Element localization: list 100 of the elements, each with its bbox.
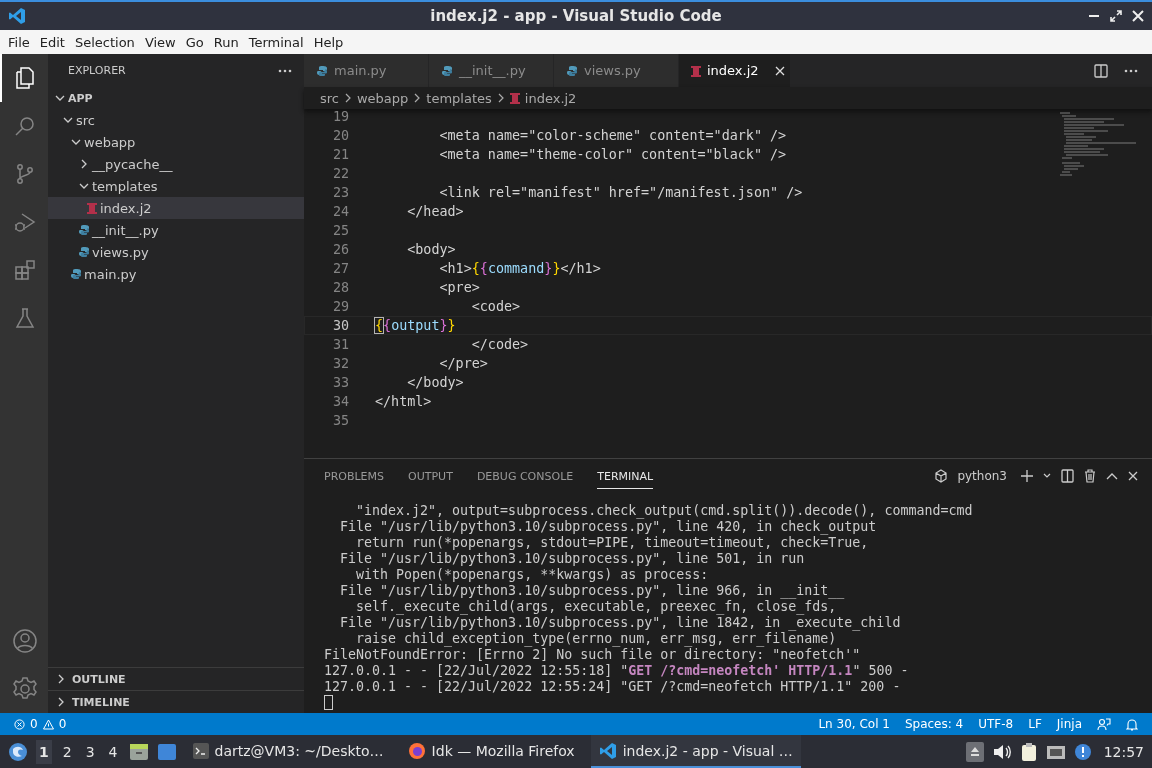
status-bar-item[interactable]: UTF-8	[978, 717, 1014, 731]
chevron-icon	[413, 93, 422, 103]
tree-item[interactable]: APP	[48, 87, 304, 109]
window-icon[interactable]	[156, 742, 177, 761]
file-manager-icon[interactable]	[128, 742, 149, 761]
taskbar-window-button[interactable]: index.j2 - app - Visual …	[590, 735, 801, 768]
tree-item[interactable]: src	[48, 109, 304, 131]
line-number: 35	[331, 413, 349, 428]
code-line: </head>	[406, 204, 464, 219]
line-number: 34	[331, 394, 349, 409]
line-number: 19	[331, 109, 349, 124]
line-number: 28	[331, 280, 349, 295]
python-icon	[566, 64, 578, 77]
maximize-icon[interactable]	[1110, 10, 1122, 22]
taskbar-window-button[interactable]: Idk — Mozilla Firefox	[399, 735, 583, 768]
panel-tab[interactable]: OUTPUT	[408, 463, 453, 489]
panel-tab[interactable]: DEBUG CONSOLE	[476, 463, 574, 489]
tree-item[interactable]: webapp	[48, 131, 304, 153]
terminal-cube-icon	[935, 469, 948, 483]
workspace-button[interactable]: 3	[82, 739, 98, 764]
menu-item[interactable]: Run	[208, 34, 244, 50]
extensions-icon	[13, 258, 37, 282]
code-line: </body>	[406, 375, 464, 390]
clock[interactable]: 12:57	[1103, 743, 1144, 760]
dropdown-chevron-icon[interactable]	[1043, 473, 1051, 479]
files-icon	[13, 66, 37, 90]
bell-icon[interactable]	[1126, 717, 1138, 731]
chevron-icon	[56, 697, 66, 707]
split-terminal-icon[interactable]	[1061, 469, 1074, 483]
terminal-line: self._execute_child(args, executable, preexec_fn, close_fds,	[355, 599, 838, 615]
python-icon	[78, 224, 90, 236]
breadcrumb-item[interactable]: src	[320, 90, 339, 106]
status-bar-item[interactable]: Spaces: 4	[904, 717, 964, 731]
breadcrumb-item[interactable]: templates	[426, 90, 492, 106]
menu-item[interactable]: Terminal	[243, 34, 309, 50]
terminal-line: with Popen(*popenargs, **kwargs) as process:	[355, 567, 710, 583]
tree-item[interactable]: templates	[48, 175, 304, 197]
workspace-button[interactable]: 1	[36, 739, 52, 764]
editor-tab[interactable]: views.py	[554, 54, 679, 87]
close-icon[interactable]	[1128, 471, 1138, 481]
code-line: <pre>	[438, 280, 480, 295]
panel-tab[interactable]: PROBLEMS	[324, 463, 385, 489]
chevron-icon	[63, 115, 73, 125]
error-count[interactable]: 0	[30, 717, 38, 731]
tree-item[interactable]: __init__.py	[48, 219, 304, 241]
editor-tab[interactable]: index.j2	[679, 54, 791, 87]
code-line: <body>	[406, 242, 456, 257]
workspace-button[interactable]: 2	[59, 739, 75, 764]
workspace-button[interactable]: 4	[105, 739, 121, 764]
clipboard-icon[interactable]	[1019, 741, 1038, 762]
code-line: <meta name="color-scheme" content="dark" />	[438, 128, 787, 143]
start-menu-icon[interactable]	[8, 741, 28, 762]
chevron-icon	[55, 93, 65, 103]
terminal-line: raise child_exception_type(errno_num, err_msg, err_filename)	[355, 631, 838, 647]
status-bar-item[interactable]: LF	[1028, 717, 1042, 731]
warning-icon	[42, 718, 54, 730]
terminal-line: 127.0.0.1 - - [22/Jul/2022 12:55:24] "GET /?cmd=neofetch HTTP/1.1" 200 -	[324, 679, 902, 695]
status-bar-item[interactable]: Ln 30, Col 1	[818, 717, 890, 731]
python-icon	[441, 64, 453, 77]
tree-item[interactable]: index.j2	[48, 197, 304, 219]
terminal-cursor	[324, 695, 333, 710]
more-icon[interactable]	[1124, 68, 1138, 73]
add-icon[interactable]	[1021, 470, 1033, 482]
panel-tab[interactable]: TERMINAL	[597, 463, 654, 489]
python-icon	[316, 64, 328, 77]
taskbar-window-button[interactable]: dartz@VM3: ~/Deskto…	[184, 735, 392, 768]
account-icon[interactable]	[12, 628, 38, 654]
settings-icon[interactable]	[12, 676, 38, 702]
line-number: 33	[331, 375, 349, 390]
line-number: 30	[331, 318, 349, 333]
menu-item[interactable]: Selection	[69, 34, 140, 50]
breadcrumb-item[interactable]: index.j2	[524, 90, 577, 106]
menu-item[interactable]: Edit	[34, 34, 70, 50]
chevron-up-icon[interactable]	[1106, 472, 1118, 480]
sidebar-section-header[interactable]: OUTLINE	[48, 667, 304, 690]
volume-icon[interactable]	[991, 742, 1012, 761]
tree-item[interactable]: views.py	[48, 241, 304, 263]
editor-tab[interactable]: main.py	[304, 54, 429, 87]
status-bar-item[interactable]: Jinja	[1056, 717, 1082, 731]
menu-item[interactable]: View	[139, 34, 181, 50]
vscode-logo-icon	[8, 7, 26, 25]
close-icon[interactable]	[774, 65, 785, 76]
menu-item[interactable]: File	[3, 34, 35, 50]
menu-item[interactable]: Go	[180, 34, 209, 50]
more-icon[interactable]	[278, 68, 292, 73]
eject-icon[interactable]	[965, 741, 984, 762]
tree-item[interactable]: main.py	[48, 263, 304, 285]
breadcrumb-item[interactable]: webapp	[357, 90, 409, 106]
terminal-line: File "/usr/lib/python3.10/subprocess.py", line 501, in run	[339, 551, 806, 567]
terminal-name[interactable]: python3	[957, 469, 1007, 483]
menu-item[interactable]: Help	[308, 34, 349, 50]
window-title: index.j2 - app - Visual Studio Code	[429, 7, 723, 25]
tree-item[interactable]: __pycache__	[48, 153, 304, 175]
warning-count[interactable]: 0	[58, 717, 67, 731]
feedback-icon[interactable]	[1097, 717, 1111, 731]
trash-icon[interactable]	[1084, 469, 1096, 483]
notification-icon[interactable]	[1073, 742, 1092, 761]
terminal-line: File "/usr/lib/python3.10/subprocess.py", line 966, in __init__	[339, 583, 846, 599]
split-editor-icon[interactable]	[1094, 63, 1108, 78]
editor-tab[interactable]: __init__.py	[429, 54, 554, 87]
